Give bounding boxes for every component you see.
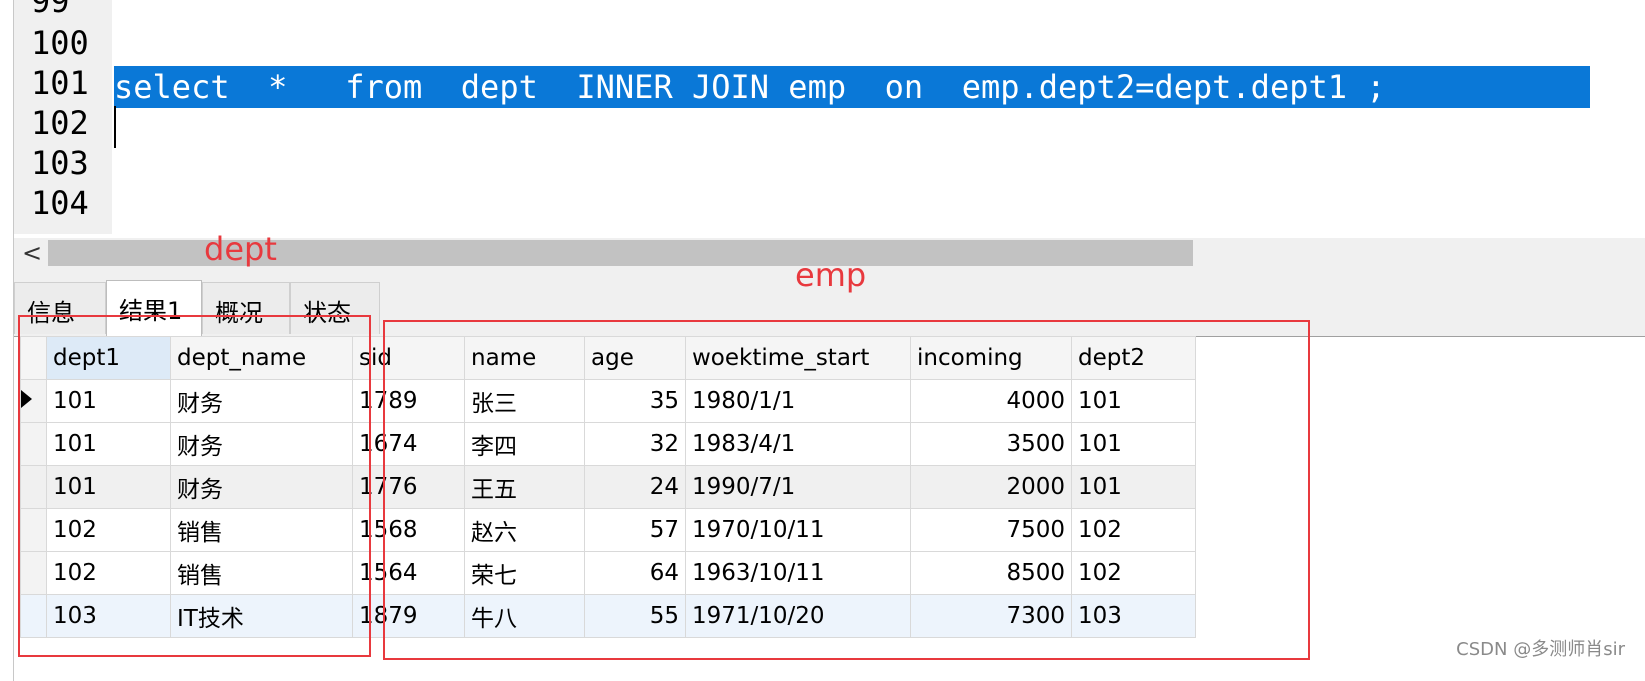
- emp-annotation-label: emp: [795, 256, 867, 294]
- line-number: 100: [31, 24, 89, 62]
- left-border: [13, 0, 14, 681]
- text-caret: [114, 106, 116, 148]
- line-number: 103: [31, 144, 89, 182]
- line-number-gutter: 99 100 101 102 103 104: [14, 0, 112, 234]
- dept-annotation-box: [18, 315, 371, 657]
- line-number: 101: [31, 64, 89, 102]
- line-number: 102: [31, 104, 89, 142]
- emp-annotation-box: [383, 320, 1310, 660]
- line-number: 104: [31, 184, 89, 222]
- line-number: 99: [31, 0, 70, 20]
- watermark: CSDN @多测师肖sir: [1456, 639, 1625, 660]
- dept-annotation-label: dept: [204, 230, 277, 268]
- selected-sql-line[interactable]: select * from dept INNER JOIN emp on emp…: [114, 66, 1590, 108]
- scroll-left-icon[interactable]: <: [22, 238, 42, 268]
- sql-editor[interactable]: 99 100 101 102 103 104 select * from dep…: [0, 0, 1645, 238]
